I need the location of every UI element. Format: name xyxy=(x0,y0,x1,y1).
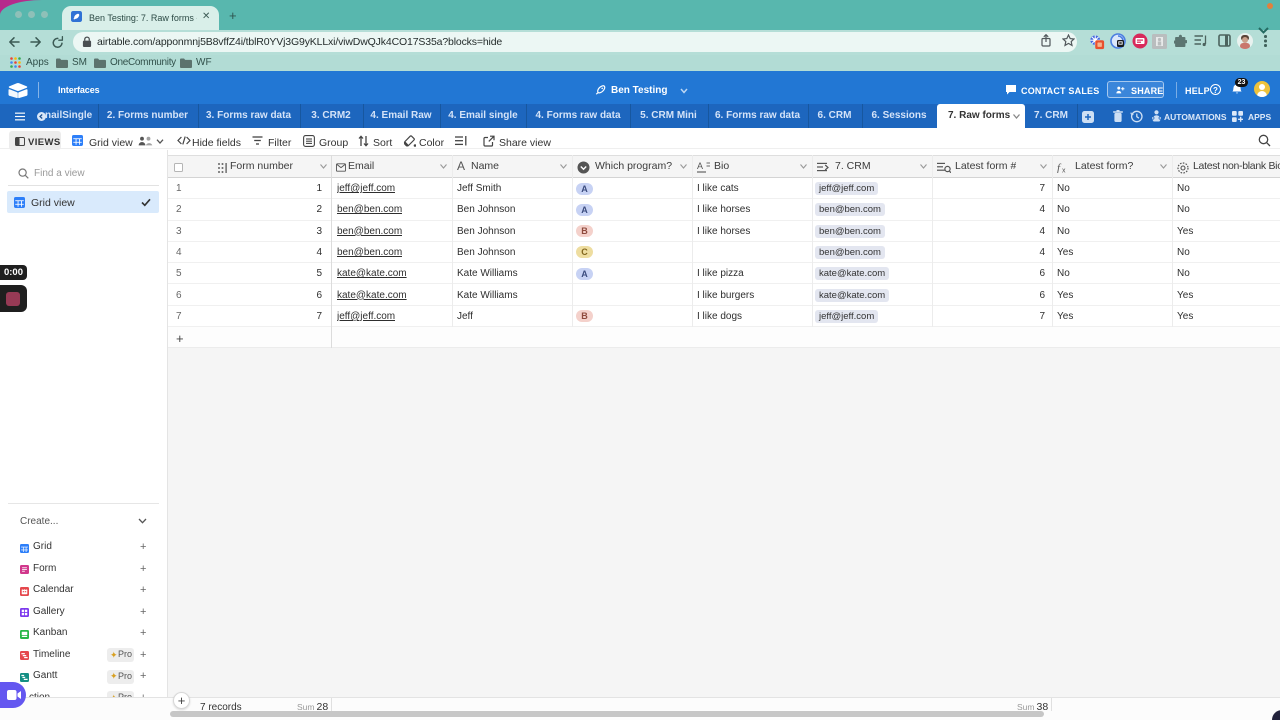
svg-text:x: x xyxy=(1062,168,1066,174)
svg-text:A: A xyxy=(697,161,703,171)
